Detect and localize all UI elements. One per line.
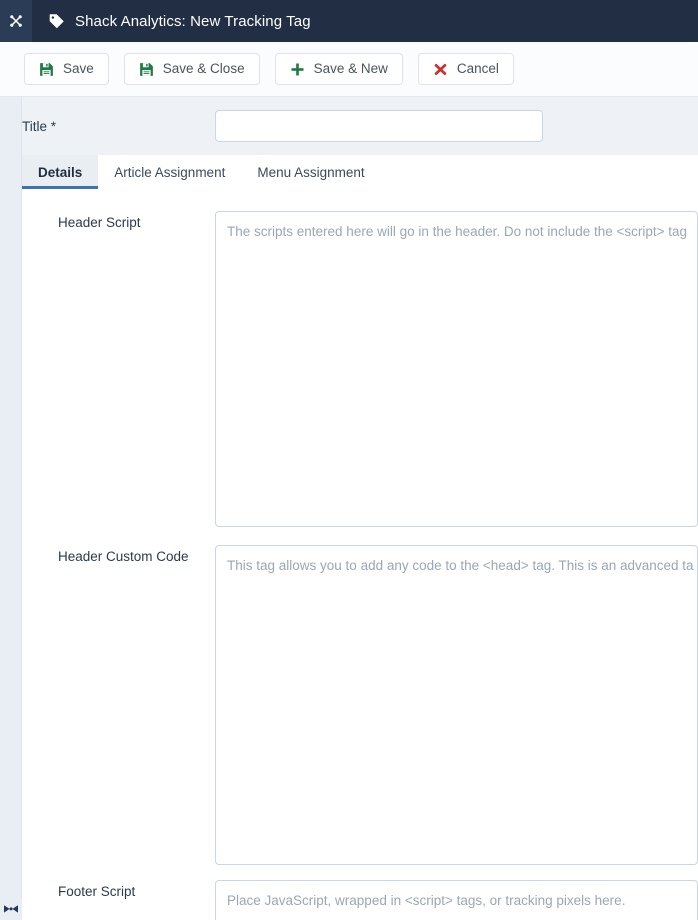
title-label: Title * — [22, 118, 57, 134]
save-and-close-button[interactable]: Save & Close — [123, 53, 260, 85]
top-header-bar: Shack Analytics: New Tracking Tag — [0, 0, 698, 42]
header-script-label: Header Script — [58, 215, 141, 230]
tab-article-assignment-label: Article Assignment — [114, 164, 226, 180]
toolbar: Save Save & Close Save & New Cancel — [0, 42, 698, 97]
header-custom-code-field-row: Header Custom Code — [22, 545, 698, 865]
tab-menu-assignment-label: Menu Assignment — [257, 164, 365, 180]
header-custom-code-label: Header Custom Code — [58, 549, 189, 564]
save-and-close-button-label: Save & Close — [162, 61, 245, 77]
tab-details[interactable]: Details — [22, 155, 99, 189]
app-window: Shack Analytics: New Tracking Tag Save S… — [0, 0, 698, 920]
cancel-button-label: Cancel — [456, 61, 499, 77]
title-field-row: Title * — [22, 97, 698, 155]
footer-script-label: Footer Script — [58, 884, 136, 899]
details-tab-panel: Header Script Header Custom Code Footer … — [22, 189, 698, 920]
tab-article-assignment[interactable]: Article Assignment — [98, 155, 241, 189]
title-input[interactable] — [215, 110, 543, 142]
page-title-group: Shack Analytics: New Tracking Tag — [48, 13, 311, 30]
header-script-textarea[interactable] — [215, 211, 698, 527]
floppy-disk-icon — [139, 62, 153, 76]
bowtie-icon — [4, 905, 18, 913]
tag-icon — [49, 13, 64, 28]
joomla-logo-icon — [10, 15, 22, 27]
header-custom-code-textarea[interactable] — [215, 545, 698, 865]
tab-details-label: Details — [38, 164, 83, 180]
page-title: Shack Analytics: New Tracking Tag — [75, 12, 311, 30]
left-sidebar-strip — [0, 97, 22, 920]
footer-script-field-row: Footer Script — [22, 880, 698, 920]
header-script-field-row: Header Script — [22, 211, 698, 527]
plus-icon — [291, 63, 304, 75]
floppy-disk-icon — [40, 62, 53, 76]
save-and-new-button[interactable]: Save & New — [274, 53, 403, 85]
sidebar-bottom-icon-button[interactable] — [0, 898, 22, 920]
footer-script-textarea[interactable] — [215, 880, 698, 920]
save-button[interactable]: Save — [24, 53, 109, 85]
tab-bar: Details Article Assignment Menu Assignme… — [22, 155, 698, 189]
joomla-brand-button[interactable] — [0, 0, 32, 42]
save-and-new-button-label: Save & New — [313, 61, 388, 77]
save-button-label: Save — [63, 61, 94, 77]
x-mark-icon — [434, 63, 447, 75]
cancel-button[interactable]: Cancel — [417, 53, 514, 85]
tab-menu-assignment[interactable]: Menu Assignment — [241, 155, 380, 189]
